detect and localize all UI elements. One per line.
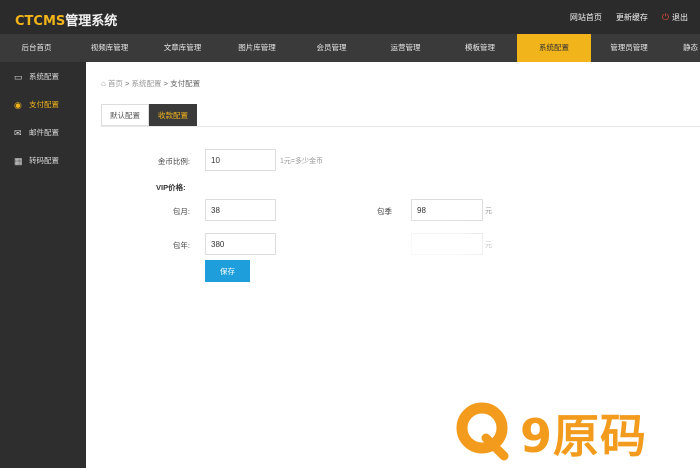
home-icon: ⌂ bbox=[101, 79, 106, 88]
coin-ratio-label: 金币比例: bbox=[157, 157, 190, 166]
breadcrumb-separator: > bbox=[125, 79, 130, 88]
tab-default-config[interactable]: 默认配置 bbox=[101, 104, 149, 126]
logout-label: 退出 bbox=[672, 13, 688, 22]
nav-dashboard[interactable]: 后台首页 bbox=[0, 34, 73, 62]
power-icon: ⏻ bbox=[661, 12, 669, 22]
sidebar-item-label: 系统配置 bbox=[29, 72, 59, 81]
nav-static[interactable]: 静态 bbox=[667, 34, 700, 62]
tab-divider bbox=[101, 126, 700, 127]
site-home-link[interactable]: 网站首页 bbox=[570, 12, 602, 23]
nav-image-library[interactable]: 图片库管理 bbox=[219, 34, 295, 62]
logout-link[interactable]: ⏻ 退出 bbox=[662, 12, 688, 23]
nav-video-library[interactable]: 视频库管理 bbox=[73, 34, 146, 62]
vip-price-title: VIP价格: bbox=[156, 183, 186, 192]
tab-collection-config[interactable]: 收款配置 bbox=[149, 104, 197, 126]
breadcrumb: ⌂ 首页 > 系统配置 > 支付配置 bbox=[101, 78, 200, 89]
monthly-label: 包月: bbox=[172, 207, 190, 216]
payment-icon: ◉ bbox=[14, 100, 22, 110]
nav-templates[interactable]: 模板管理 bbox=[443, 34, 517, 62]
nav-article-library[interactable]: 文章库管理 bbox=[146, 34, 219, 62]
yearly-label: 包年: bbox=[172, 241, 190, 250]
monthly-price-input[interactable] bbox=[205, 199, 276, 221]
breadcrumb-separator: > bbox=[163, 79, 168, 88]
quarterly-label: 包季 bbox=[377, 207, 392, 216]
sidebar: ▭ 系统配置 ◉ 支付配置 ✉ 邮件配置 ▦ 转码配置 bbox=[0, 62, 86, 468]
top-links: 网站首页 更新缓存 ⏻ 退出 bbox=[570, 12, 688, 23]
nav-operations[interactable]: 运营管理 bbox=[368, 34, 443, 62]
quarterly-unit: 元 bbox=[485, 208, 492, 215]
sidebar-item-label: 邮件配置 bbox=[29, 128, 59, 137]
sidebar-item-payment-config[interactable]: ◉ 支付配置 bbox=[0, 92, 86, 118]
breadcrumb-home[interactable]: 首页 bbox=[108, 79, 123, 88]
config-tabs: 默认配置 收款配置 bbox=[101, 104, 197, 126]
nav-system-config[interactable]: 系统配置 bbox=[517, 34, 591, 62]
sidebar-item-transcode-config[interactable]: ▦ 转码配置 bbox=[0, 148, 86, 174]
blurred-overlay bbox=[351, 217, 511, 277]
sidebar-item-system-config[interactable]: ▭ 系统配置 bbox=[0, 64, 86, 90]
watermark-logo: 9原码 bbox=[452, 398, 692, 463]
nav-admin-management[interactable]: 管理员管理 bbox=[591, 34, 667, 62]
sidebar-item-label: 转码配置 bbox=[29, 156, 59, 165]
watermark-text: 9原码 bbox=[520, 409, 648, 463]
yearly-price-input[interactable] bbox=[205, 233, 276, 255]
main-nav: 后台首页 视频库管理 文章库管理 图片库管理 会员管理 运营管理 模板管理 系统… bbox=[0, 34, 700, 62]
q-logo-icon bbox=[456, 402, 509, 461]
logo-brand: CTCMS bbox=[15, 14, 66, 29]
sidebar-item-mail-config[interactable]: ✉ 邮件配置 bbox=[0, 120, 86, 146]
save-button[interactable]: 保存 bbox=[205, 260, 250, 282]
mail-icon: ✉ bbox=[14, 128, 22, 138]
refresh-cache-link[interactable]: 更新缓存 bbox=[616, 12, 648, 23]
sidebar-item-label: 支付配置 bbox=[29, 100, 59, 109]
coin-ratio-hint: 1元=多少金币 bbox=[280, 158, 323, 165]
nav-members[interactable]: 会员管理 bbox=[295, 34, 368, 62]
transcode-icon: ▦ bbox=[14, 156, 23, 166]
monitor-icon: ▭ bbox=[14, 72, 23, 82]
breadcrumb-section[interactable]: 系统配置 bbox=[132, 79, 162, 88]
breadcrumb-current: 支付配置 bbox=[170, 79, 201, 88]
logo-title: 管理系统 bbox=[65, 14, 118, 29]
top-bar: CTCMS管理系统 网站首页 更新缓存 ⏻ 退出 bbox=[0, 0, 700, 34]
app-logo: CTCMS管理系统 bbox=[15, 10, 117, 29]
coin-ratio-input[interactable] bbox=[205, 149, 276, 171]
